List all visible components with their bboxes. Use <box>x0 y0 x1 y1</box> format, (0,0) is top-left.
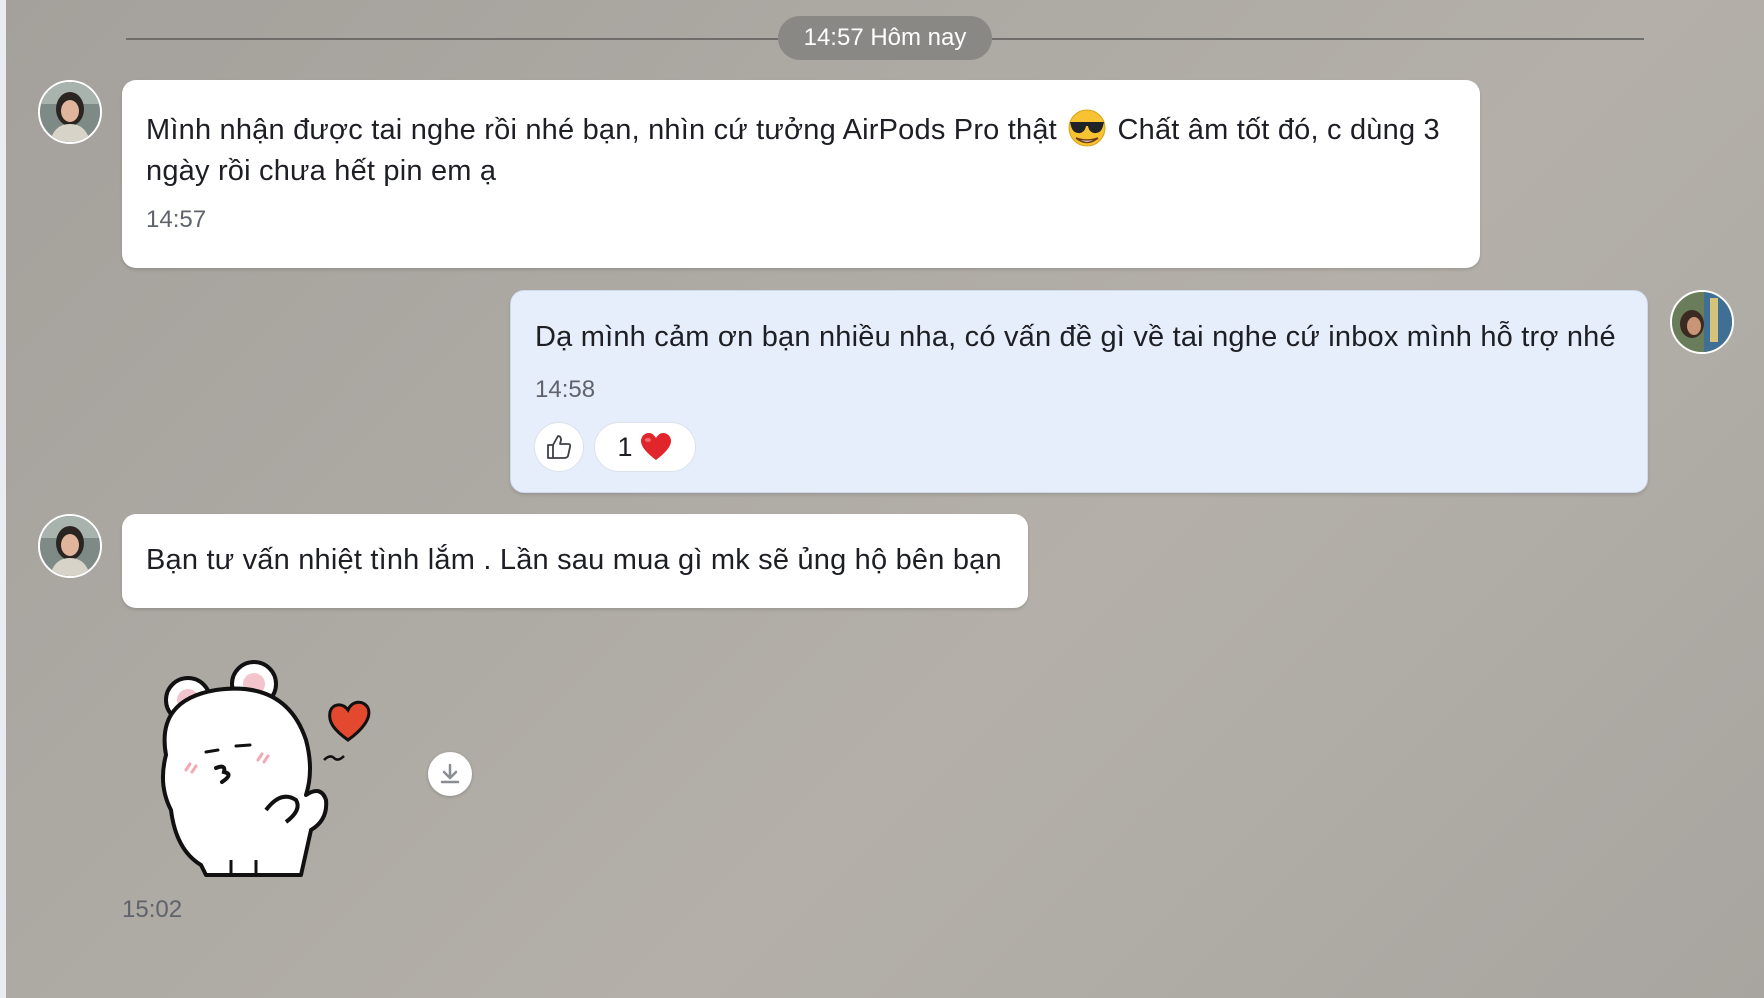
message-time: 14:58 <box>535 376 596 403</box>
red-heart-icon <box>640 433 671 460</box>
sunglasses-emoji-icon <box>1068 109 1106 147</box>
reaction-summary-button[interactable]: 1 <box>594 422 696 472</box>
message-time: 14:57 <box>146 206 207 233</box>
contact-avatar-image <box>40 82 100 142</box>
message-bubble-received[interactable]: Bạn tư vấn nhiệt tình lắm . Lần sau mua … <box>122 514 1028 608</box>
bear-kiss-sticker-image <box>160 660 371 877</box>
message-text-part: Mình nhận được tai nghe rồi nhé bạn, nhì… <box>146 114 1057 146</box>
message-text: Dạ mình cảm ơn bạn nhiều nha, có vấn đề … <box>535 321 1616 353</box>
contact-avatar-image <box>40 516 100 576</box>
message-text: Bạn tư vấn nhiệt tình lắm . Lần sau mua … <box>146 544 1002 576</box>
my-avatar[interactable] <box>1670 290 1734 354</box>
like-reaction-button[interactable] <box>534 422 584 472</box>
download-sticker-button[interactable] <box>428 752 472 796</box>
my-avatar-image <box>1672 292 1732 352</box>
message-text: Mình nhận được tai nghe rồi nhé bạn, nhì… <box>146 107 1456 192</box>
download-icon <box>440 763 460 784</box>
bear-sticker[interactable] <box>146 660 396 890</box>
date-divider-line-left <box>126 38 778 40</box>
date-separator: 14:57 Hôm nay <box>778 16 992 60</box>
contact-avatar[interactable] <box>38 80 102 144</box>
message-time: 15:02 <box>122 896 183 923</box>
reaction-count: 1 <box>617 431 633 462</box>
contact-avatar[interactable] <box>38 514 102 578</box>
message-bubble-received[interactable]: Mình nhận được tai nghe rồi nhé bạn, nhì… <box>122 80 1480 268</box>
date-divider-line-right <box>992 38 1644 40</box>
thumbs-up-icon <box>547 435 572 459</box>
window-left-edge <box>0 0 6 998</box>
